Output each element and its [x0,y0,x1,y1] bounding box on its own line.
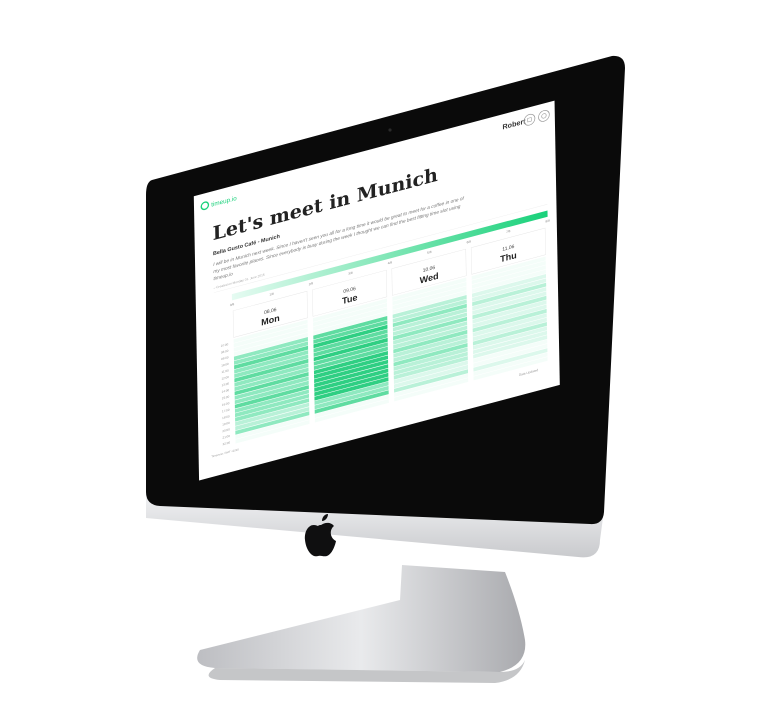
camera-icon [388,128,392,132]
imac-stand [197,565,526,672]
imac-illustration: timeup.io Robert Let's meet in Munich Be… [146,55,625,683]
